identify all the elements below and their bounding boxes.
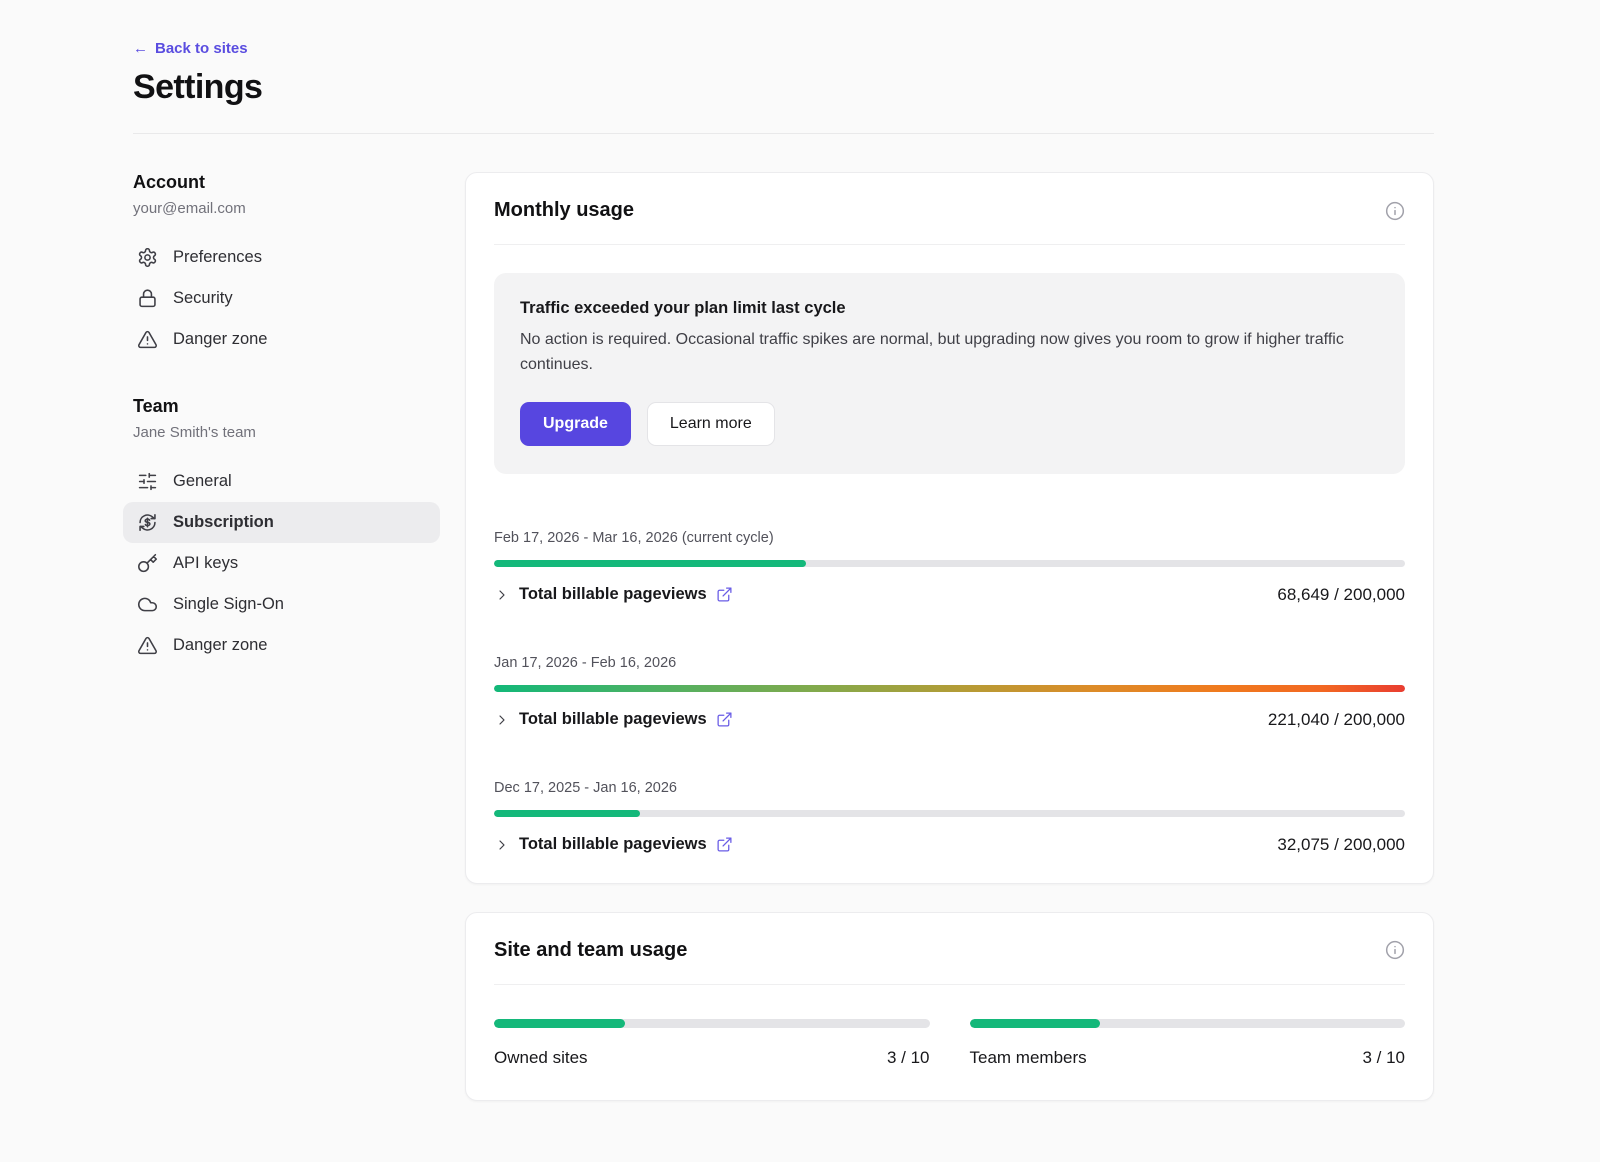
meter-track [494, 1019, 930, 1028]
cloud-icon [137, 594, 158, 615]
usage-progress-track [494, 560, 1405, 567]
back-to-sites-link[interactable]: ← Back to sites [133, 40, 248, 57]
sidebar-item-label: API keys [173, 554, 238, 573]
external-link-icon[interactable] [716, 711, 733, 728]
sidebar-item-label: Subscription [173, 513, 274, 532]
usage-value: 68,649 / 200,000 [1277, 585, 1405, 605]
notice-body: No action is required. Occasional traffi… [520, 328, 1379, 378]
usage-value: 32,075 / 200,000 [1277, 835, 1405, 855]
meter-fill [970, 1019, 1101, 1028]
settings-main: Monthly usage Traffic exceeded your plan… [465, 172, 1434, 1101]
notice-title: Traffic exceeded your plan limit last cy… [520, 299, 1379, 318]
settings-page: ← Back to sites Settings Account your@em… [0, 0, 1600, 1101]
upgrade-button[interactable]: Upgrade [520, 402, 631, 446]
account-email: your@email.com [133, 200, 440, 217]
sidebar-section-account: Account your@email.com Preferences Secur… [133, 172, 440, 360]
sidebar-item-label: General [173, 472, 232, 491]
usage-value: 221,040 / 200,000 [1268, 710, 1405, 730]
metric-label: Total billable pageviews [519, 585, 707, 604]
sidebar-item-danger-zone-account[interactable]: Danger zone [123, 319, 440, 360]
site-team-usage-card: Site and team usage Owned sites 3 / 10 [465, 912, 1434, 1101]
sidebar-section-team: Team Jane Smith's team General Subscript… [133, 396, 440, 666]
info-icon[interactable] [1385, 940, 1405, 960]
billable-pageviews-row[interactable]: Total billable pageviews 32,075 / 200,00… [494, 835, 1405, 855]
meter-value: 3 / 10 [887, 1048, 930, 1068]
cycle-period: Feb 17, 2026 - Mar 16, 2026 (current cyc… [494, 530, 1405, 546]
lock-icon [137, 288, 158, 309]
monthly-usage-title: Monthly usage [494, 199, 634, 222]
usage-cycle-older: Dec 17, 2025 - Jan 16, 2026 Total billab… [494, 780, 1405, 855]
metric-label: Total billable pageviews [519, 710, 707, 729]
sidebar-item-single-sign-on[interactable]: Single Sign-On [123, 584, 440, 625]
warning-triangle-icon [137, 329, 158, 350]
sidebar-item-general[interactable]: General [123, 461, 440, 502]
sidebar-item-security[interactable]: Security [123, 278, 440, 319]
cycle-period: Jan 17, 2026 - Feb 16, 2026 [494, 655, 1405, 671]
sidebar-item-preferences[interactable]: Preferences [123, 237, 440, 278]
traffic-exceeded-notice: Traffic exceeded your plan limit last cy… [494, 273, 1405, 474]
usage-progress-track [494, 685, 1405, 692]
key-icon [137, 553, 158, 574]
chevron-right-icon [494, 712, 510, 728]
back-link-label: Back to sites [155, 40, 248, 57]
sidebar-item-label: Security [173, 289, 233, 308]
usage-cycle-previous: Jan 17, 2026 - Feb 16, 2026 Total billab… [494, 655, 1405, 730]
gear-icon [137, 247, 158, 268]
chevron-right-icon [494, 587, 510, 603]
sidebar-item-label: Danger zone [173, 636, 267, 655]
meter-fill [494, 1019, 625, 1028]
sidebar-item-label: Danger zone [173, 330, 267, 349]
subscription-dollar-icon [137, 512, 158, 533]
meter-label: Owned sites [494, 1048, 588, 1068]
monthly-usage-card: Monthly usage Traffic exceeded your plan… [465, 172, 1434, 884]
external-link-icon[interactable] [716, 836, 733, 853]
usage-progress-fill [494, 560, 806, 567]
header-divider [133, 133, 1434, 134]
billable-pageviews-row[interactable]: Total billable pageviews 68,649 / 200,00… [494, 585, 1405, 605]
account-section-heading: Account [133, 172, 440, 193]
billable-pageviews-row[interactable]: Total billable pageviews 221,040 / 200,0… [494, 710, 1405, 730]
sidebar-item-subscription[interactable]: Subscription [123, 502, 440, 543]
usage-progress-fill [494, 810, 640, 817]
arrow-left-icon: ← [133, 40, 148, 57]
external-link-icon[interactable] [716, 586, 733, 603]
meter-value: 3 / 10 [1362, 1048, 1405, 1068]
sliders-icon [137, 471, 158, 492]
info-icon[interactable] [1385, 201, 1405, 221]
sidebar-item-label: Preferences [173, 248, 262, 267]
chevron-right-icon [494, 837, 510, 853]
usage-progress-fill-over-limit [494, 685, 1405, 692]
sidebar-item-api-keys[interactable]: API keys [123, 543, 440, 584]
metric-label: Total billable pageviews [519, 835, 707, 854]
sidebar-item-label: Single Sign-On [173, 595, 284, 614]
page-title: Settings [133, 68, 1434, 107]
sidebar-item-danger-zone-team[interactable]: Danger zone [123, 625, 440, 666]
usage-cycle-current: Feb 17, 2026 - Mar 16, 2026 (current cyc… [494, 530, 1405, 605]
cycle-period: Dec 17, 2025 - Jan 16, 2026 [494, 780, 1405, 796]
meter-track [970, 1019, 1406, 1028]
team-members-meter: Team members 3 / 10 [970, 1019, 1406, 1068]
owned-sites-meter: Owned sites 3 / 10 [494, 1019, 930, 1068]
settings-sidebar: Account your@email.com Preferences Secur… [133, 172, 440, 666]
site-team-usage-title: Site and team usage [494, 939, 687, 962]
team-section-heading: Team [133, 396, 440, 417]
learn-more-button[interactable]: Learn more [647, 402, 775, 446]
team-name: Jane Smith's team [133, 424, 440, 441]
meter-label: Team members [970, 1048, 1087, 1068]
usage-progress-track [494, 810, 1405, 817]
warning-triangle-icon [137, 635, 158, 656]
